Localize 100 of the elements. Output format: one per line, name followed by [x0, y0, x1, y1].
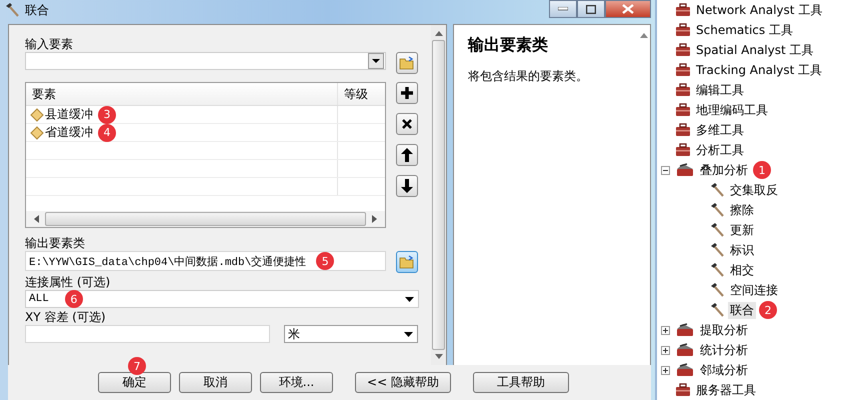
folder-icon	[399, 255, 415, 269]
tree-item[interactable]: 更新	[728, 222, 756, 238]
toolbox-icon	[675, 382, 691, 398]
dialog-button[interactable]: 确定	[98, 372, 171, 393]
tree-item[interactable]: Spatial Analyst 工具	[694, 42, 816, 58]
field-label: 连接属性 (可选)	[25, 275, 110, 290]
scroll-up-icon[interactable]	[434, 31, 442, 36]
plus-icon	[401, 87, 413, 99]
hammer-icon	[709, 242, 725, 258]
number-badge: 2	[759, 301, 777, 319]
move-up-button[interactable]	[396, 144, 418, 166]
dialog-button[interactable]: << 隐藏帮助	[355, 372, 451, 393]
maximize-button[interactable]	[577, 0, 605, 18]
dialog-button[interactable]: 取消	[179, 372, 252, 393]
toolbox-icon	[675, 62, 691, 78]
tree-item[interactable]: Schematics 工具	[694, 22, 795, 38]
minimize-icon	[558, 7, 568, 11]
field-label: XY 容差 (可选)	[25, 310, 106, 325]
tree-item[interactable]: 地理编码工具	[694, 102, 770, 118]
window-title: 联合	[25, 2, 49, 18]
toolbox-icon	[675, 42, 691, 58]
column-header[interactable]: 要素	[26, 83, 338, 105]
close-icon	[402, 119, 412, 129]
feature-name[interactable]: 省道缓冲	[45, 124, 93, 141]
hammer-icon	[709, 282, 725, 298]
toolbox-icon	[675, 142, 691, 158]
browse-button[interactable]	[396, 52, 418, 74]
xy-tolerance-field[interactable]	[25, 325, 270, 343]
toolbox-icon	[675, 122, 691, 138]
hammer-icon	[709, 222, 725, 238]
minimize-button[interactable]	[549, 0, 577, 18]
toolbox-icon	[675, 2, 691, 18]
tree-item[interactable]: 编辑工具	[694, 82, 746, 98]
toolset-icon	[675, 322, 695, 338]
hammer-icon	[709, 202, 725, 218]
toolset-icon	[675, 162, 695, 178]
number-badge: 5	[316, 252, 334, 270]
tree-item[interactable]: Tracking Analyst 工具	[694, 62, 824, 78]
add-button[interactable]	[396, 82, 418, 104]
polygon-layer-icon	[30, 108, 44, 122]
scroll-up-icon[interactable]	[640, 33, 648, 38]
output-field[interactable]: E:\YYW\GIS_data\chp04\中间数据.mdb\交通便捷性 5	[25, 251, 386, 271]
tree-item[interactable]: 多维工具	[694, 122, 746, 138]
join-attributes-dropdown[interactable]: ALL 6	[25, 290, 419, 308]
hammer-icon	[4, 2, 20, 18]
tree-item[interactable]: Network Analyst 工具	[694, 2, 824, 18]
close-button[interactable]	[605, 0, 651, 18]
tree-item[interactable]: 邻域分析	[698, 362, 750, 378]
toolbox-icon	[675, 102, 691, 118]
tree-item[interactable]: 叠加分析	[698, 162, 750, 178]
tree-item[interactable]: 提取分析	[698, 322, 750, 338]
help-title: 输出要素类	[468, 35, 549, 56]
toolbox-icon	[675, 82, 691, 98]
feature-name[interactable]: 县道缓冲	[45, 106, 93, 123]
arrow-up-icon	[401, 148, 413, 162]
dialog-button[interactable]: 环境...	[260, 372, 333, 393]
expand-icon[interactable]	[661, 366, 670, 374]
number-badge: 3	[98, 106, 116, 124]
scroll-left-icon[interactable]	[34, 215, 39, 223]
hammer-icon	[709, 262, 725, 278]
browse-button[interactable]	[396, 251, 418, 273]
dropdown-arrow-icon	[404, 332, 413, 337]
tree-item[interactable]: 交集取反	[728, 182, 780, 198]
field-label: 输入要素	[25, 37, 73, 52]
hammer-icon	[709, 302, 725, 318]
number-badge: 1	[753, 161, 771, 179]
tree-item[interactable]: 服务器工具	[694, 382, 758, 398]
dropdown-arrow-icon	[405, 297, 414, 302]
dialog-button[interactable]: 工具帮助	[473, 372, 569, 393]
vertical-scrollbar[interactable]	[431, 25, 446, 365]
toolset-icon	[675, 342, 695, 358]
tree-item[interactable]: 相交	[728, 262, 756, 278]
tree-item[interactable]: 联合	[728, 302, 756, 318]
number-badge: 4	[98, 124, 116, 142]
tree-item[interactable]: 空间连接	[728, 282, 780, 298]
horizontal-scrollbar[interactable]	[26, 211, 385, 227]
tree-item[interactable]: 标识	[728, 242, 756, 258]
collapse-icon[interactable]	[661, 166, 670, 174]
folder-icon	[399, 56, 415, 70]
tree-item[interactable]: 擦除	[728, 202, 756, 218]
scroll-right-icon[interactable]	[372, 215, 377, 223]
input-features-dropdown[interactable]	[25, 52, 386, 70]
close-icon	[622, 4, 634, 14]
hammer-icon	[709, 182, 725, 198]
dropdown-arrow-icon	[372, 59, 380, 63]
tree-item[interactable]: 分析工具	[694, 142, 746, 158]
help-text: 将包含结果的要素类。	[468, 68, 589, 85]
toolset-icon	[675, 362, 695, 378]
maximize-icon	[586, 4, 596, 14]
move-down-button[interactable]	[396, 175, 418, 197]
polygon-layer-icon	[30, 126, 44, 140]
arrow-down-icon	[401, 179, 413, 193]
remove-button[interactable]	[396, 113, 418, 135]
tree-item[interactable]: 统计分析	[698, 342, 750, 358]
expand-icon[interactable]	[661, 346, 670, 354]
number-badge: 6	[64, 290, 83, 308]
expand-icon[interactable]	[661, 326, 670, 334]
column-header[interactable]: 等级	[338, 83, 385, 105]
unit-dropdown[interactable]: 米	[284, 325, 418, 343]
scroll-down-icon[interactable]	[434, 354, 442, 359]
